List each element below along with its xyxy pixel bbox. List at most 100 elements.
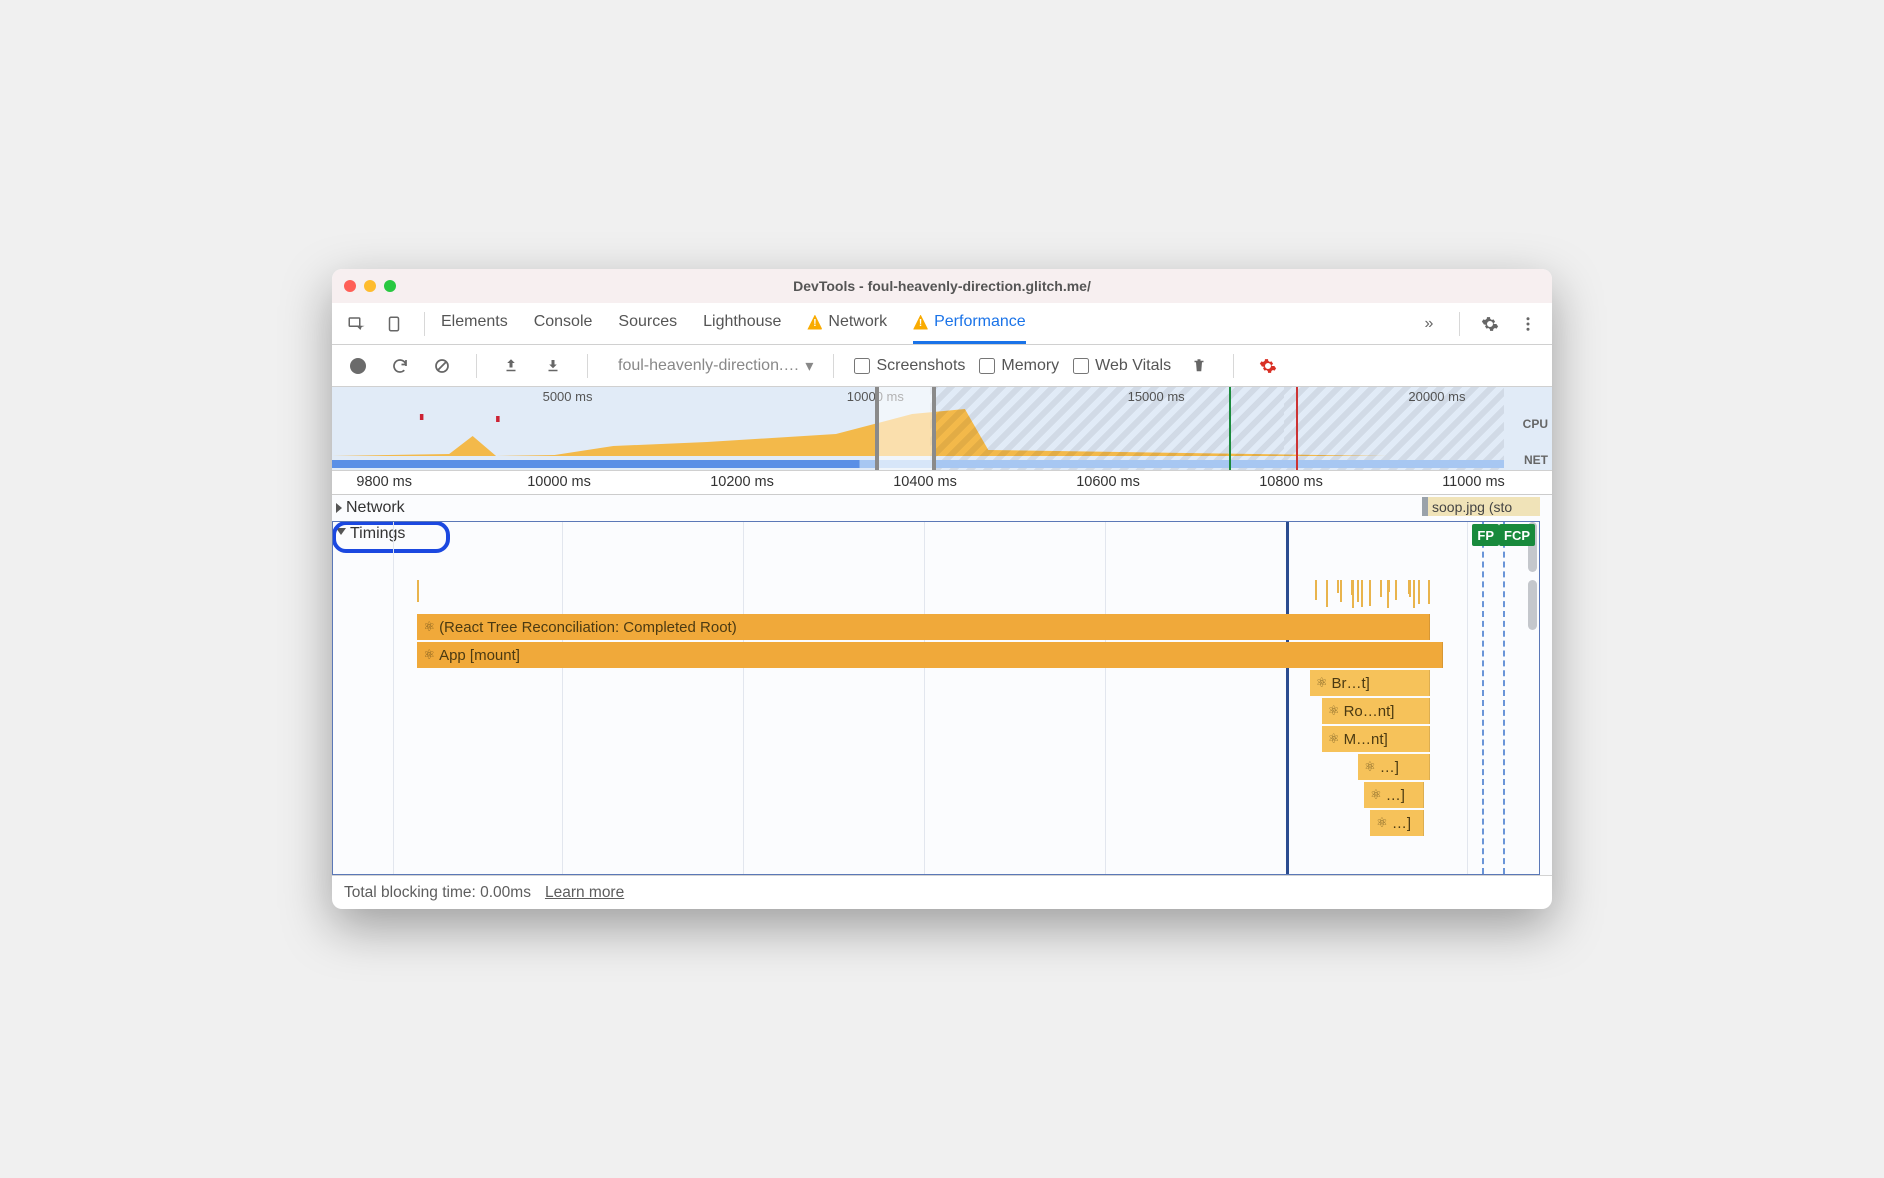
profile-dropdown[interactable]: foul-heavenly-direction.… ▾ xyxy=(608,356,813,376)
inspect-icon[interactable] xyxy=(342,310,370,338)
timing-tick xyxy=(1326,580,1328,607)
profile-dropdown-label: foul-heavenly-direction.… xyxy=(618,357,799,375)
grid-line xyxy=(743,522,744,874)
timing-tick xyxy=(1352,580,1354,608)
react-icon: ⚛ xyxy=(423,647,435,663)
grid-line xyxy=(393,522,394,874)
flame-entry[interactable]: ⚛Ro…nt] xyxy=(1322,698,1431,724)
react-icon: ⚛ xyxy=(1328,703,1340,719)
record-button[interactable] xyxy=(344,352,372,380)
flame-entry[interactable]: ⚛M…nt] xyxy=(1322,726,1431,752)
react-icon: ⚛ xyxy=(1328,731,1340,747)
network-track-label: Network xyxy=(346,499,405,517)
flame-entry[interactable]: ⚛Br…t] xyxy=(1310,670,1431,696)
more-tabs-icon[interactable]: » xyxy=(1415,310,1443,338)
caret-right-icon xyxy=(336,503,342,513)
perf-toolbar: foul-heavenly-direction.… ▾ Screenshots … xyxy=(332,345,1552,387)
grid-line xyxy=(1467,522,1468,874)
tabs-bar: Elements Console Sources Lighthouse Network P… xyxy=(332,303,1552,345)
webvitals-checkbox[interactable]: Web Vitals xyxy=(1073,357,1171,375)
tab-performance[interactable]: Performance xyxy=(913,303,1026,344)
react-icon: ⚛ xyxy=(1370,787,1382,803)
react-icon: ⚛ xyxy=(1376,815,1388,831)
ruler-tick: 9800 ms xyxy=(356,474,412,490)
network-track-header[interactable]: Network xyxy=(336,499,405,517)
grid-line xyxy=(1105,522,1106,874)
timing-tick xyxy=(1428,580,1430,594)
divider xyxy=(1233,354,1234,378)
memory-checkbox[interactable]: Memory xyxy=(979,357,1059,375)
gear-icon[interactable] xyxy=(1476,310,1504,338)
ruler-tick: 10600 ms xyxy=(1076,474,1140,490)
tab-label: Performance xyxy=(934,313,1026,331)
fp-badge[interactable]: FP xyxy=(1472,524,1499,546)
titlebar: DevTools - foul-heavenly-direction.glitc… xyxy=(332,269,1552,303)
memory-label: Memory xyxy=(1001,357,1059,375)
ruler-tick: 10000 ms xyxy=(527,474,591,490)
trash-icon[interactable] xyxy=(1185,352,1213,380)
flame-entry[interactable]: ⚛App [mount] xyxy=(417,642,1442,668)
kebab-icon[interactable] xyxy=(1514,310,1542,338)
network-request-item[interactable]: soop.jpg (sto xyxy=(1422,497,1540,516)
divider xyxy=(476,354,477,378)
devtools-window: DevTools - foul-heavenly-direction.glitc… xyxy=(332,269,1552,909)
screenshots-label: Screenshots xyxy=(876,357,965,375)
network-request-label: soop.jpg (sto xyxy=(1432,499,1512,515)
tab-lighthouse[interactable]: Lighthouse xyxy=(703,303,781,344)
warning-icon xyxy=(913,315,928,330)
panel-tabs: Elements Console Sources Lighthouse Network P… xyxy=(441,303,1405,344)
webvitals-label: Web Vitals xyxy=(1095,357,1171,375)
upload-icon[interactable] xyxy=(497,352,525,380)
tab-elements[interactable]: Elements xyxy=(441,303,508,344)
flame-chart-area[interactable]: Network soop.jpg (sto Timings ⚛(React Tr… xyxy=(332,495,1552,875)
ruler-tick: 10400 ms xyxy=(893,474,957,490)
timing-tick xyxy=(1387,580,1389,608)
ruler-tick: 10200 ms xyxy=(710,474,774,490)
device-toggle-icon[interactable] xyxy=(380,310,408,338)
divider xyxy=(587,354,588,378)
timing-tick xyxy=(1413,580,1415,608)
screenshots-checkbox[interactable]: Screenshots xyxy=(854,357,965,375)
timing-tick xyxy=(1409,580,1411,597)
fcp-badge[interactable]: FCP xyxy=(1499,524,1535,546)
tab-label: Network xyxy=(828,313,887,331)
ruler-tick: 10800 ms xyxy=(1259,474,1323,490)
chevron-down-icon: ▾ xyxy=(805,356,813,376)
selection-marker[interactable] xyxy=(1286,522,1289,874)
timings-track-body[interactable]: ⚛(React Tree Reconciliation: Completed R… xyxy=(332,521,1540,875)
react-icon: ⚛ xyxy=(1316,675,1328,691)
react-icon: ⚛ xyxy=(423,619,435,635)
tab-console[interactable]: Console xyxy=(534,303,593,344)
status-bar: Total blocking time: 0.00ms Learn more xyxy=(332,875,1552,909)
divider xyxy=(833,354,834,378)
flame-entry[interactable]: ⚛…] xyxy=(1364,782,1424,808)
timing-tick xyxy=(1337,580,1339,593)
net-label: NET xyxy=(1524,453,1548,467)
ruler-tick: 11000 ms xyxy=(1442,474,1505,490)
clear-icon[interactable] xyxy=(428,352,456,380)
overview-tick: 5000 ms xyxy=(543,389,593,404)
flame-entry[interactable]: ⚛(React Tree Reconciliation: Completed R… xyxy=(417,614,1430,640)
blocking-time-text: Total blocking time: 0.00ms xyxy=(344,884,531,902)
overview-timeline[interactable]: 5000 ms10000 ms15000 ms20000 ms CPU NET xyxy=(332,387,1552,471)
tab-label: Sources xyxy=(618,313,677,331)
download-icon[interactable] xyxy=(539,352,567,380)
timing-tick xyxy=(1395,580,1397,600)
learn-more-link[interactable]: Learn more xyxy=(545,884,624,902)
time-ruler[interactable]: 9800 ms 10000 ms 10200 ms 10400 ms 10600 ms 1… xyxy=(332,471,1552,495)
timing-tick xyxy=(1361,580,1363,607)
timing-marker xyxy=(1482,522,1484,874)
scrollbar[interactable] xyxy=(1528,580,1537,630)
flame-entry[interactable]: ⚛…] xyxy=(1358,754,1430,780)
tab-network[interactable]: Network xyxy=(807,303,887,344)
react-icon: ⚛ xyxy=(1364,759,1376,775)
reload-icon[interactable] xyxy=(386,352,414,380)
divider xyxy=(1459,312,1460,336)
grid-line xyxy=(924,522,925,874)
flame-entry[interactable]: ⚛…] xyxy=(1370,810,1424,836)
timing-tick xyxy=(1340,580,1342,602)
tab-label: Lighthouse xyxy=(703,313,781,331)
tab-sources[interactable]: Sources xyxy=(618,303,677,344)
capture-settings-icon[interactable] xyxy=(1254,352,1282,380)
overview-selection[interactable] xyxy=(875,387,936,470)
